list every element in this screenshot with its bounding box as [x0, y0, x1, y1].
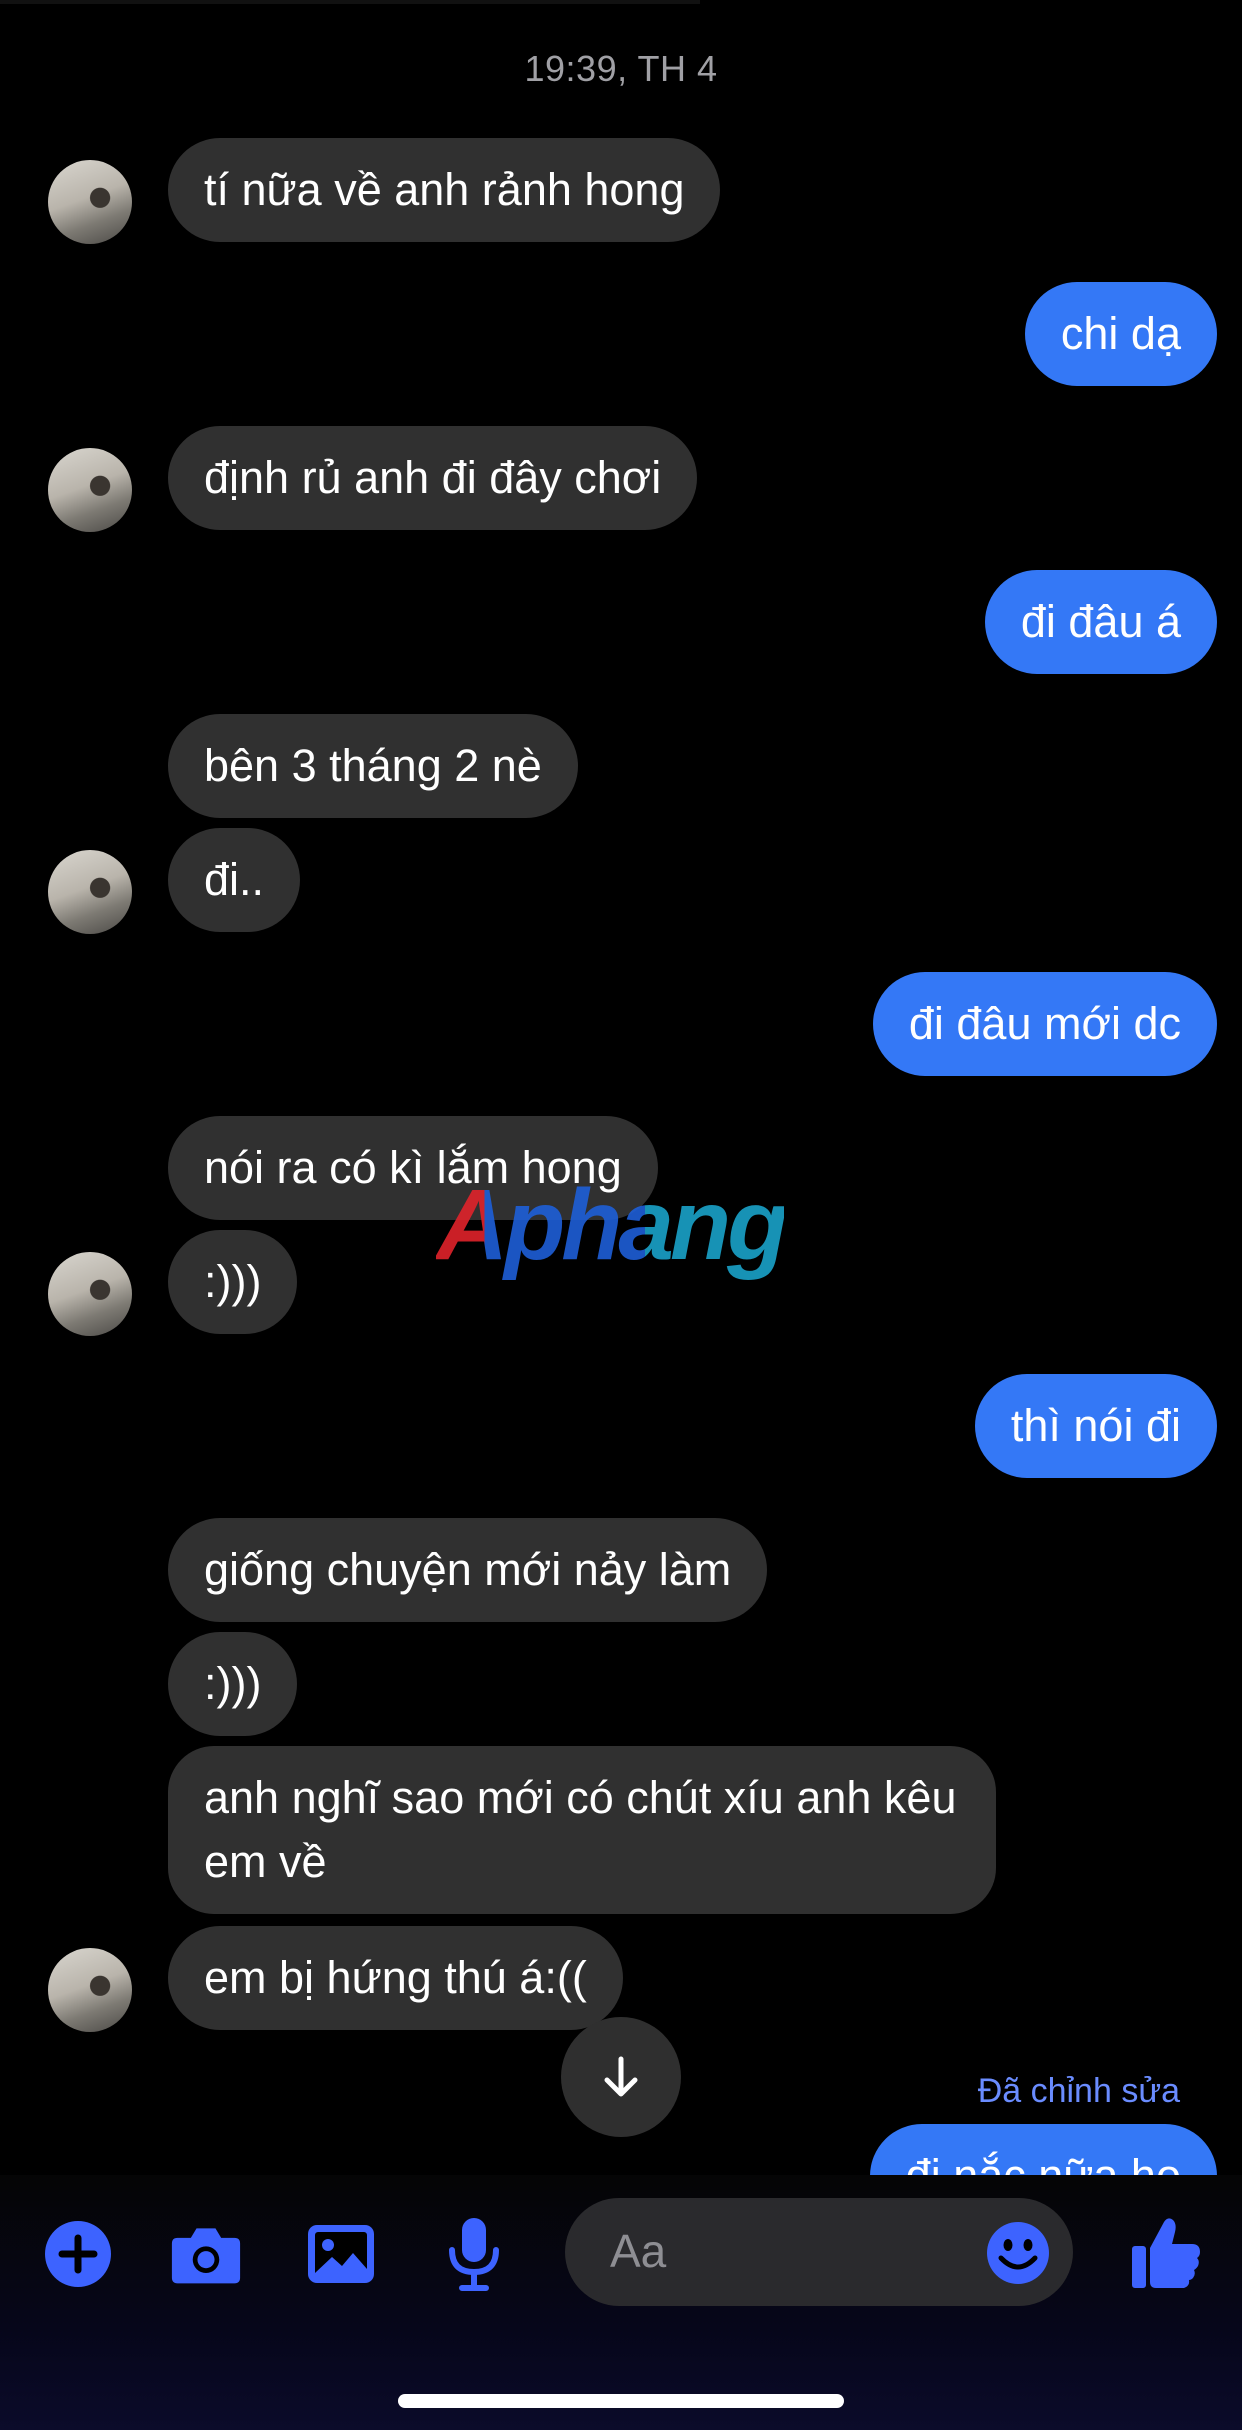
message-bubble-outgoing[interactable]: đi đâu á [984, 570, 1217, 674]
scroll-to-bottom-button[interactable] [561, 2017, 681, 2137]
emoji-icon[interactable] [985, 2220, 1051, 2286]
camera-icon [171, 2228, 241, 2284]
contact-avatar[interactable] [48, 1252, 132, 1336]
gallery-button[interactable] [305, 2218, 377, 2290]
message-bubble-incoming[interactable]: định rủ anh đi đây chơi [168, 426, 698, 530]
message-bubble-incoming[interactable]: đi.. [168, 828, 301, 932]
image-icon [308, 2225, 374, 2283]
camera-button[interactable] [170, 2218, 242, 2290]
status-bar-edge [0, 0, 700, 4]
message-bubble-outgoing[interactable]: đi đâu mới dc [872, 972, 1217, 1076]
watermark-logo: Aphang [436, 1169, 788, 1281]
contact-avatar[interactable] [48, 160, 132, 244]
voice-button[interactable] [438, 2218, 510, 2291]
message-bubble-incoming[interactable]: tí nữa về anh rảnh hong [168, 138, 721, 242]
contact-avatar[interactable] [48, 850, 132, 934]
message-bubble-incoming[interactable]: giống chuyện mới nảy làm [168, 1518, 768, 1622]
message-bubble-incoming[interactable]: anh nghĩ sao mới có chút xíu anh kêu em … [168, 1746, 996, 1914]
message-bubble-incoming[interactable]: :))) [168, 1632, 298, 1736]
message-bubble-incoming[interactable]: bên 3 tháng 2 nè [168, 714, 578, 818]
message-timestamp: 19:39, TH 4 [524, 48, 718, 89]
contact-avatar[interactable] [48, 1948, 132, 2032]
message-input[interactable]: Aa [565, 2198, 1073, 2306]
home-indicator[interactable] [398, 2394, 844, 2408]
message-bubble-incoming[interactable]: em bị hứng thú á:(( [168, 1926, 623, 2030]
arrow-down-icon [604, 2056, 638, 2097]
like-button[interactable] [1126, 2212, 1206, 2292]
message-input-placeholder: Aa [610, 2225, 667, 2277]
message-bubble-incoming[interactable]: :))) [168, 1230, 298, 1334]
contact-avatar[interactable] [48, 448, 132, 532]
plus-button[interactable] [42, 2218, 114, 2290]
edited-label: Đã chỉnh sửa [977, 2072, 1180, 2110]
message-bubble-outgoing[interactable]: chi dạ [1024, 282, 1217, 386]
thumbs-up-icon [1132, 2218, 1200, 2288]
microphone-icon [449, 2218, 499, 2291]
message-bubble-outgoing[interactable]: thì nói đi [974, 1374, 1217, 1478]
plus-icon [45, 2221, 111, 2287]
